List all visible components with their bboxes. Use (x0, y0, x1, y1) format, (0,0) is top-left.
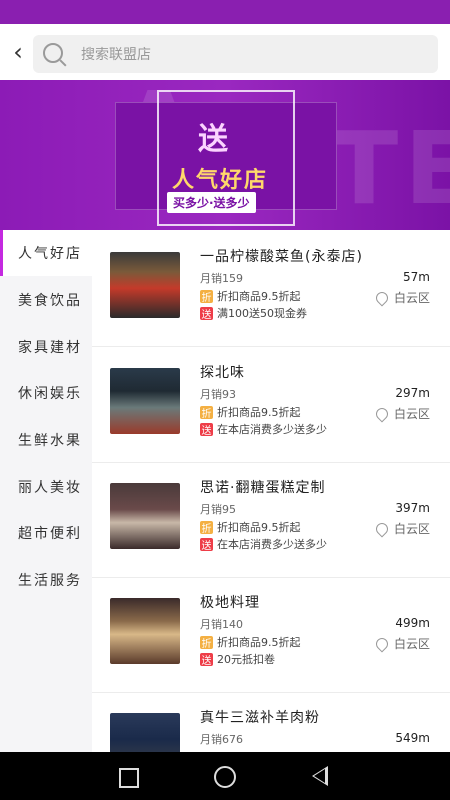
store-list: 一品柠檬酸菜鱼(永泰店) 月销159 折 折扣商品9.5折起 送 满100送50… (92, 230, 450, 752)
store-distance: 397m (395, 501, 430, 515)
search-icon (43, 43, 63, 63)
store-distance: 297m (395, 386, 430, 400)
store-card[interactable]: 真牛三滋补羊肉粉 月销676 549m (92, 691, 450, 752)
store-photo (110, 368, 180, 434)
back-triangle-icon[interactable] (312, 766, 328, 786)
store-card[interactable]: 一品柠檬酸菜鱼(永泰店) 月销159 折 折扣商品9.5折起 送 满100送50… (92, 230, 450, 347)
promo-banner[interactable]: A TE 送 人气好店 买多少·送多少 (0, 80, 450, 230)
sidebar-item-food[interactable]: 美食饮品 (0, 277, 92, 323)
location-pin-icon (373, 405, 391, 422)
banner-ghost-letters: TE (330, 110, 450, 227)
store-name: 真牛三滋补羊肉粉 (200, 710, 320, 726)
store-monthly-sales: 月销140 (200, 618, 243, 631)
gift-line: 送 满100送50现金券 (200, 305, 307, 321)
store-location: 白云区 (373, 635, 430, 652)
banner-badge: 送 (198, 122, 228, 157)
store-distance: 549m (395, 731, 430, 745)
store-monthly-sales: 月销159 (200, 272, 243, 285)
gift-tag: 送 (200, 652, 213, 667)
discount-line: 折 折扣商品9.5折起 (200, 288, 301, 304)
sidebar-item-popular[interactable]: 人气好店 (0, 230, 92, 276)
store-location: 白云区 (373, 289, 430, 306)
store-district: 白云区 (393, 407, 430, 421)
banner-title: 人气好店 (172, 168, 269, 193)
store-monthly-sales: 月销95 (200, 503, 236, 516)
discount-line: 折 折扣商品9.5折起 (200, 519, 301, 535)
sidebar-item-beauty[interactable]: 丽人美妆 (0, 464, 92, 510)
discount-line: 折 折扣商品9.5折起 (200, 634, 301, 650)
store-monthly-sales: 月销676 (200, 733, 243, 746)
store-name: 思诺·翻糖蛋糕定制 (200, 480, 326, 496)
store-distance: 57m (403, 270, 430, 284)
store-district: 白云区 (393, 291, 430, 305)
discount-text: 折扣商品9.5折起 (217, 290, 301, 303)
gift-tag: 送 (200, 306, 213, 321)
discount-tag: 折 (200, 405, 213, 420)
status-bar (0, 0, 450, 24)
store-distance: 499m (395, 616, 430, 630)
store-card[interactable]: 探北味 月销93 折 折扣商品9.5折起 送 在本店消费多少送多少 297m 白… (92, 346, 450, 463)
store-photo (110, 483, 180, 549)
sidebar-item-fresh[interactable]: 生鲜水果 (0, 417, 92, 463)
store-monthly-sales: 月销93 (200, 388, 236, 401)
gift-tag: 送 (200, 537, 213, 552)
location-pin-icon (373, 289, 391, 306)
sidebar-item-furniture[interactable]: 家具建材 (0, 324, 92, 370)
store-name: 探北味 (200, 365, 245, 381)
sidebar-item-services[interactable]: 生活服务 (0, 557, 92, 603)
store-location: 白云区 (373, 520, 430, 537)
store-name: 一品柠檬酸菜鱼(永泰店) (200, 249, 363, 265)
back-arrow-icon[interactable]: ‹ (6, 38, 30, 66)
store-location: 白云区 (373, 405, 430, 422)
sidebar-item-leisure[interactable]: 休闲娱乐 (0, 370, 92, 416)
discount-line: 折 折扣商品9.5折起 (200, 404, 301, 420)
gift-text: 20元抵扣卷 (217, 653, 275, 666)
discount-text: 折扣商品9.5折起 (217, 636, 301, 649)
store-photo (110, 252, 180, 318)
gift-line: 送 在本店消费多少送多少 (200, 421, 327, 437)
gift-text: 在本店消费多少送多少 (217, 423, 327, 436)
store-card[interactable]: 思诺·翻糖蛋糕定制 月销95 折 折扣商品9.5折起 送 在本店消费多少送多少 … (92, 461, 450, 578)
discount-tag: 折 (200, 520, 213, 535)
sidebar-item-supermarket[interactable]: 超市便利 (0, 510, 92, 556)
location-pin-icon (373, 520, 391, 537)
discount-tag: 折 (200, 635, 213, 650)
android-nav-bar (0, 752, 450, 800)
gift-tag: 送 (200, 422, 213, 437)
search-input[interactable]: 搜索联盟店 (33, 35, 438, 73)
home-icon[interactable] (214, 766, 236, 788)
banner-subtitle: 买多少·送多少 (167, 192, 256, 213)
discount-text: 折扣商品9.5折起 (217, 406, 301, 419)
recent-apps-icon[interactable] (119, 768, 139, 788)
gift-text: 在本店消费多少送多少 (217, 538, 327, 551)
gift-text: 满100送50现金券 (217, 307, 307, 320)
gift-line: 送 在本店消费多少送多少 (200, 536, 327, 552)
store-photo (110, 713, 180, 752)
store-card[interactable]: 极地料理 月销140 折 折扣商品9.5折起 送 20元抵扣卷 499m 白云区 (92, 576, 450, 693)
store-district: 白云区 (393, 637, 430, 651)
store-photo (110, 598, 180, 664)
discount-text: 折扣商品9.5折起 (217, 521, 301, 534)
gift-line: 送 20元抵扣卷 (200, 651, 275, 667)
top-bar: ‹ 搜索联盟店 (0, 24, 450, 80)
category-sidebar: 人气好店 美食饮品 家具建材 休闲娱乐 生鲜水果 丽人美妆 超市便利 生活服务 (0, 230, 92, 752)
store-name: 极地料理 (200, 595, 260, 611)
discount-tag: 折 (200, 289, 213, 304)
location-pin-icon (373, 635, 391, 652)
search-placeholder: 搜索联盟店 (81, 47, 151, 63)
store-district: 白云区 (393, 522, 430, 536)
